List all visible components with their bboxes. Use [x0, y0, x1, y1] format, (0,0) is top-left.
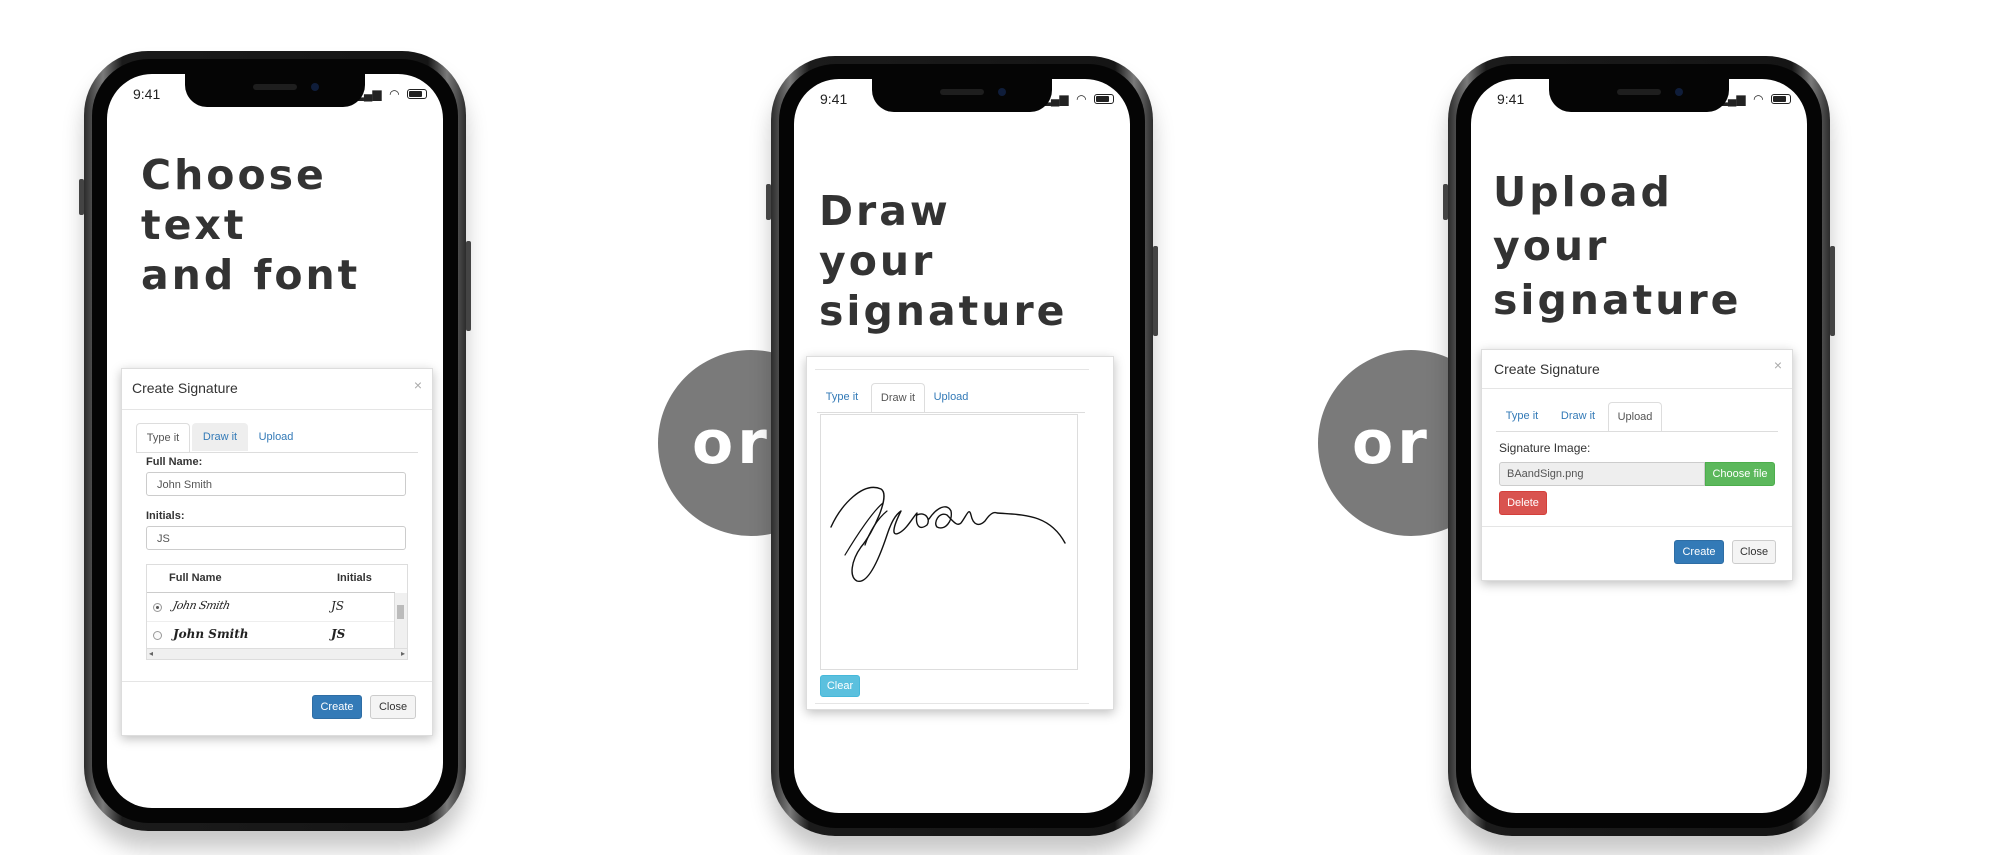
- status-time: 9:41: [820, 91, 848, 107]
- column-header-full-name: Full Name: [169, 572, 222, 584]
- signature-draw-canvas[interactable]: [820, 414, 1078, 670]
- create-button[interactable]: Create: [1674, 540, 1724, 564]
- vertical-scrollbar[interactable]: [394, 593, 407, 649]
- phone-screen: 9:41 ▂▄▆ ◠ Upload your signature Create …: [1471, 79, 1807, 813]
- choose-file-button[interactable]: Choose file: [1705, 462, 1775, 486]
- file-name-field: BAandSign.png: [1499, 462, 1705, 486]
- close-button[interactable]: Close: [1732, 540, 1776, 564]
- signature-image-label: Signature Image:: [1499, 441, 1591, 455]
- phone-screen: 9:41 ▂▄▆ ◠ Draw your signature Type it D…: [794, 79, 1130, 813]
- radio-icon[interactable]: [153, 603, 162, 612]
- phone-upload-signature: 9:41 ▂▄▆ ◠ Upload your signature Create …: [1443, 56, 1835, 836]
- signature-font-sample: John Smith: [173, 627, 249, 641]
- radio-icon[interactable]: [153, 631, 162, 640]
- dialog-title: Create Signature: [132, 380, 238, 396]
- or-label: or: [692, 408, 771, 478]
- drawn-signature: [830, 486, 1066, 582]
- column-header-initials: Initials: [337, 572, 372, 584]
- close-icon[interactable]: ×: [1774, 357, 1782, 373]
- wifi-icon: ◠: [1753, 92, 1764, 106]
- full-name-input[interactable]: John Smith: [146, 472, 406, 496]
- headline: Upload your signature: [1493, 168, 1742, 324]
- delete-button[interactable]: Delete: [1499, 491, 1547, 515]
- tab-draw-it[interactable]: Draw it: [1552, 402, 1604, 430]
- battery-icon: [1771, 94, 1791, 104]
- wifi-icon: ◠: [1076, 92, 1087, 106]
- phone-type-signature: 9:41 ▂▄▆ ◠ Choose text and font Create S…: [79, 51, 471, 831]
- battery-icon: [407, 89, 427, 99]
- full-name-label: Full Name:: [146, 456, 203, 468]
- phone-screen: 9:41 ▂▄▆ ◠ Choose text and font Create S…: [107, 74, 443, 808]
- tab-type-it[interactable]: Type it: [1496, 402, 1548, 430]
- scroll-arrow-icon[interactable]: ▸: [401, 649, 405, 658]
- tab-type-it[interactable]: Type it: [817, 383, 867, 411]
- dialog-title: Create Signature: [1494, 361, 1600, 377]
- tab-type-it[interactable]: Type it: [136, 423, 190, 453]
- or-label: or: [1352, 408, 1431, 478]
- tab-upload[interactable]: Upload: [927, 383, 975, 411]
- table-row[interactable]: John Smith JS: [147, 593, 395, 622]
- phone-notch: [1549, 79, 1729, 112]
- draw-signature-dialog: Type it Draw it Upload Clear: [806, 356, 1114, 710]
- scroll-thumb[interactable]: [397, 605, 404, 619]
- initials-label: Initials:: [146, 510, 185, 522]
- close-icon[interactable]: ×: [414, 377, 422, 393]
- signature-style-table: Full Name Initials John Smith JS John Sm…: [146, 564, 408, 660]
- headline: Draw your signature: [819, 187, 1068, 335]
- close-button[interactable]: Close: [370, 695, 416, 719]
- create-signature-dialog: Create Signature × Type it Draw it Uploa…: [1481, 349, 1793, 581]
- headline: Choose text and font: [141, 151, 361, 299]
- initials-input[interactable]: JS: [146, 526, 406, 550]
- status-time: 9:41: [1497, 91, 1525, 107]
- scroll-arrow-icon[interactable]: ◂: [149, 649, 153, 658]
- battery-icon: [1094, 94, 1114, 104]
- tab-draw-it[interactable]: Draw it: [192, 423, 248, 451]
- phone-notch: [872, 79, 1052, 112]
- tab-draw-it[interactable]: Draw it: [871, 383, 925, 413]
- phone-draw-signature: 9:41 ▂▄▆ ◠ Draw your signature Type it D…: [766, 56, 1158, 836]
- phone-notch: [185, 74, 365, 107]
- horizontal-scrollbar[interactable]: ◂ ▸: [147, 648, 407, 659]
- tab-upload[interactable]: Upload: [1608, 402, 1662, 432]
- status-time: 9:41: [133, 86, 161, 102]
- clear-button[interactable]: Clear: [820, 675, 860, 697]
- table-row[interactable]: John Smith JS: [147, 622, 395, 648]
- initials-font-sample: JS: [331, 627, 346, 641]
- tab-upload[interactable]: Upload: [252, 423, 300, 451]
- initials-font-sample: JS: [331, 599, 345, 613]
- signature-font-sample: John Smith: [171, 599, 232, 612]
- create-button[interactable]: Create: [312, 695, 362, 719]
- wifi-icon: ◠: [389, 87, 400, 101]
- create-signature-dialog: Create Signature × Type it Draw it Uploa…: [121, 368, 433, 736]
